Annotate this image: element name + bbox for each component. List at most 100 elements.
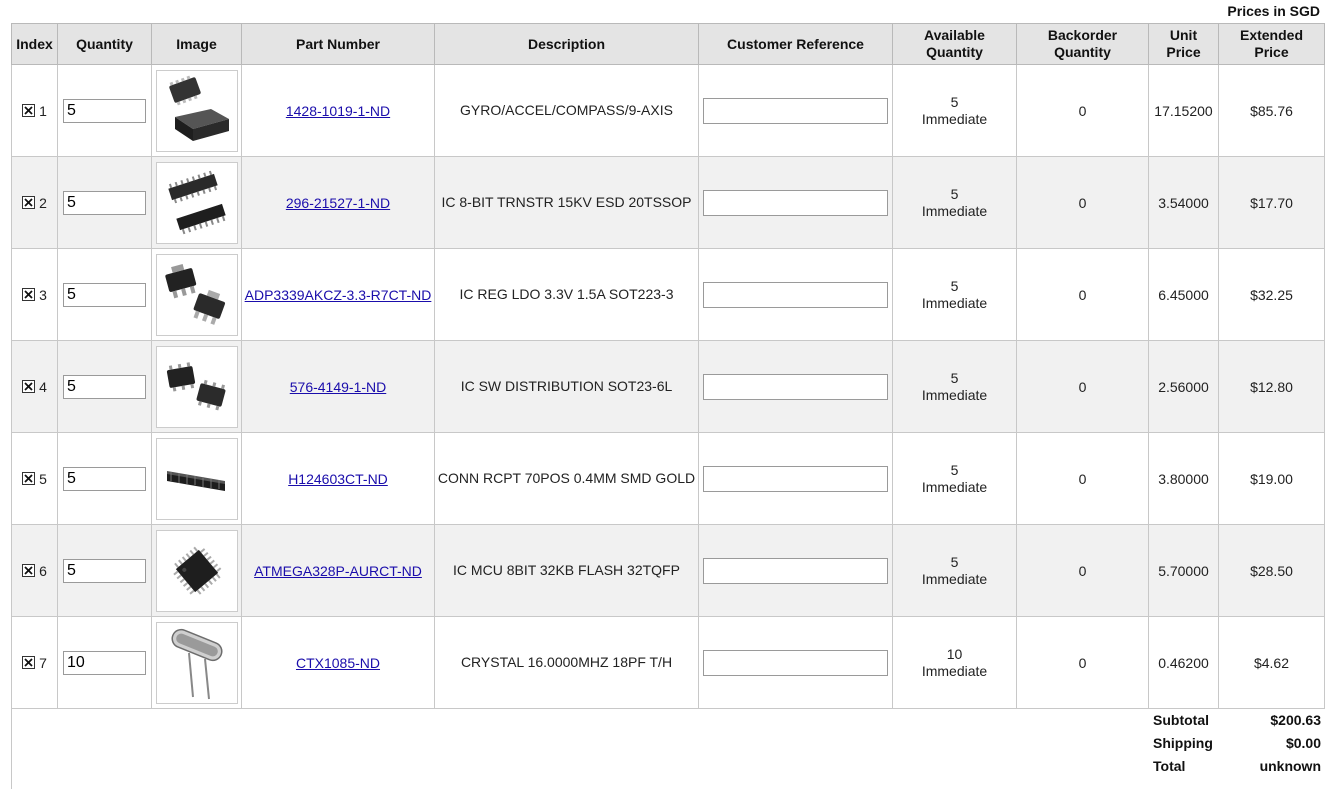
row-index: 6: [39, 562, 47, 579]
part-number-link[interactable]: 296-21527-1-ND: [286, 195, 390, 211]
header-image: Image: [151, 23, 242, 65]
header-index: Index: [11, 23, 58, 65]
part-number-link[interactable]: ADP3339AKCZ-3.3-R7CT-ND: [245, 287, 432, 303]
quantity-input[interactable]: [63, 558, 146, 583]
customer-reference-input[interactable]: [703, 557, 888, 584]
header-extended-price-line1: Extended: [1239, 27, 1303, 43]
unit-price-cell: 17.15200: [1148, 64, 1219, 157]
unit-price-cell: 0.46200: [1148, 616, 1219, 709]
crystal-icon[interactable]: [155, 621, 238, 704]
customer-reference-cell: [698, 248, 893, 341]
sot223-chip-icon[interactable]: [155, 253, 238, 336]
available-qty-value: 10: [946, 645, 963, 662]
header-unit-price: Unit Price: [1148, 23, 1219, 65]
remove-item-close-icon[interactable]: [22, 471, 36, 485]
remove-item-close-icon[interactable]: [22, 655, 36, 669]
customer-reference-cell: [698, 432, 893, 525]
customer-reference-input[interactable]: [703, 465, 888, 492]
availability-status: Immediate: [921, 662, 988, 679]
quantity-input[interactable]: [63, 374, 146, 399]
available-quantity-cell: 5 Immediate: [892, 156, 1017, 249]
backorder-quantity-cell: 0: [1016, 616, 1149, 709]
quantity-cell: [57, 524, 152, 617]
header-backorder-quantity: Backorder Quantity: [1016, 23, 1149, 65]
quantity-input[interactable]: [63, 282, 146, 307]
customer-reference-cell: [698, 156, 893, 249]
remove-item-close-icon[interactable]: [22, 379, 36, 393]
index-cell: 3: [11, 248, 58, 341]
index-cell: 6: [11, 524, 58, 617]
index-cell: 7: [11, 616, 58, 709]
available-quantity-cell: 5 Immediate: [892, 64, 1017, 157]
unit-price-cell: 3.80000: [1148, 432, 1219, 525]
available-quantity-cell: 10 Immediate: [892, 616, 1017, 709]
extended-price-cell: $85.76: [1218, 64, 1325, 157]
quantity-input[interactable]: [63, 466, 146, 491]
connector-icon[interactable]: [155, 437, 238, 520]
tqfp-chip-icon[interactable]: [155, 529, 238, 612]
header-available-quantity: Available Quantity: [892, 23, 1017, 65]
header-description: Description: [434, 23, 699, 65]
header-customer-reference: Customer Reference: [698, 23, 893, 65]
description-cell: CONN RCPT 70POS 0.4MM SMD GOLD: [434, 432, 699, 525]
available-qty-value: 5: [950, 277, 959, 294]
part-number-cell: ADP3339AKCZ-3.3-R7CT-ND: [241, 248, 435, 341]
unit-price-cell: 6.45000: [1148, 248, 1219, 341]
availability-status: Immediate: [921, 478, 988, 495]
qfn-chip-icon[interactable]: [155, 69, 238, 152]
row-index: 3: [39, 286, 47, 303]
image-cell: [151, 340, 242, 433]
index-cell: 4: [11, 340, 58, 433]
extended-price-cell: $28.50: [1218, 524, 1325, 617]
part-number-link[interactable]: 1428-1019-1-ND: [286, 103, 390, 119]
part-number-cell: ATMEGA328P-AURCT-ND: [241, 524, 435, 617]
part-number-link[interactable]: 576-4149-1-ND: [290, 379, 387, 395]
backorder-quantity-cell: 0: [1016, 156, 1149, 249]
customer-reference-input[interactable]: [703, 281, 888, 308]
quantity-cell: [57, 248, 152, 341]
availability-status: Immediate: [921, 570, 988, 587]
row-index: 5: [39, 470, 47, 487]
header-unit-price-line2: Price: [1166, 44, 1201, 60]
part-number-link[interactable]: CTX1085-ND: [296, 655, 380, 671]
backorder-quantity-cell: 0: [1016, 432, 1149, 525]
remove-item-close-icon[interactable]: [22, 563, 36, 577]
customer-reference-input[interactable]: [703, 649, 888, 676]
header-part-number: Part Number: [241, 23, 435, 65]
part-number-link[interactable]: H124603CT-ND: [288, 471, 388, 487]
backorder-quantity-cell: 0: [1016, 524, 1149, 617]
quantity-input[interactable]: [63, 190, 146, 215]
customer-reference-input[interactable]: [703, 97, 888, 124]
unit-price-cell: 3.54000: [1148, 156, 1219, 249]
image-cell: [151, 156, 242, 249]
available-qty-value: 5: [950, 369, 959, 386]
table-row: 3 ADP3339AKCZ-3.3-R7CT-NDIC REG LDO 3.3V …: [11, 248, 1325, 341]
header-available-line2: Quantity: [926, 44, 983, 60]
remove-item-close-icon[interactable]: [22, 195, 36, 209]
table-row: 4 576-4149-1-ND IC SW DISTRIBUTION SOT23-6…: [11, 340, 1325, 433]
part-number-link[interactable]: ATMEGA328P-AURCT-ND: [254, 563, 422, 579]
remove-item-close-icon[interactable]: [22, 103, 36, 117]
total-value: unknown: [1259, 758, 1321, 774]
quantity-input[interactable]: [63, 98, 146, 123]
customer-reference-input[interactable]: [703, 189, 888, 216]
customer-reference-cell: [698, 64, 893, 157]
index-cell: 1: [11, 64, 58, 157]
customer-reference-input[interactable]: [703, 373, 888, 400]
extended-price-cell: $32.25: [1218, 248, 1325, 341]
total-label: Total: [1153, 758, 1186, 774]
table-row: 5 H124603CT-ND CONN RCPT 70POS 0.4MM SMD G…: [11, 432, 1325, 525]
header-extended-price-line2: Price: [1254, 44, 1289, 60]
quantity-input[interactable]: [63, 650, 146, 675]
totals-section: Subtotal $200.63 Shipping $0.00 Total un…: [11, 709, 1324, 789]
row-index: 2: [39, 194, 47, 211]
sot23-chip-icon[interactable]: [155, 345, 238, 428]
extended-price-cell: $17.70: [1218, 156, 1325, 249]
tssop-chip-icon[interactable]: [155, 161, 238, 244]
shipping-row: Shipping $0.00: [1152, 735, 1322, 758]
remove-item-close-icon[interactable]: [22, 287, 36, 301]
header-backorder-line1: Backorder: [1047, 27, 1118, 43]
extended-price-cell: $12.80: [1218, 340, 1325, 433]
cart-table: Index Quantity Image Part Number Descrip…: [11, 23, 1325, 709]
row-index: 7: [39, 654, 47, 671]
